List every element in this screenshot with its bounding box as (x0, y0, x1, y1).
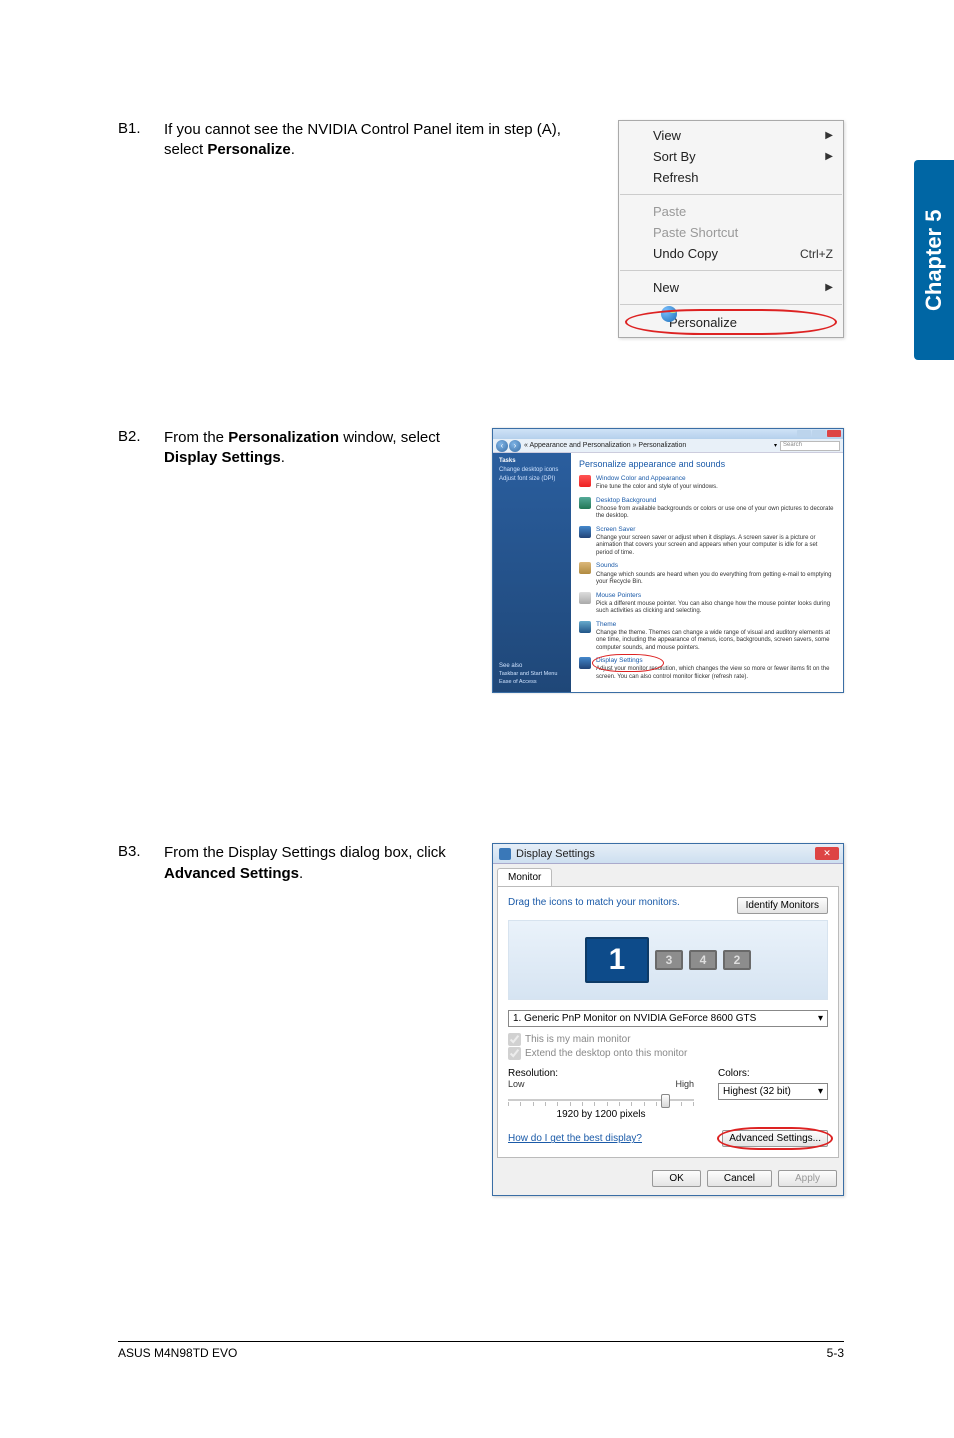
desktop-context-menu: View▶ Sort By▶ Refresh Paste Paste Short… (618, 120, 844, 338)
step-b2: B2. From the Personalization window, sel… (118, 428, 844, 693)
dialog-title: Display Settings (516, 848, 595, 860)
link-theme[interactable]: ThemeChange the theme. Themes can change… (579, 621, 835, 653)
advanced-settings-button[interactable]: Advanced Settings... (722, 1130, 828, 1147)
close-button[interactable]: ✕ (815, 847, 839, 860)
chevron-down-icon: ▾ (818, 1086, 823, 1097)
slider-thumb[interactable] (661, 1094, 670, 1108)
divider (620, 304, 842, 305)
help-link[interactable]: How do I get the best display? (508, 1133, 642, 1144)
tasks-sidebar: Tasks Change desktop icons Adjust font s… (493, 453, 571, 692)
sounds-icon (579, 562, 591, 574)
side-adjust-font-size[interactable]: Adjust font size (DPI) (499, 476, 565, 482)
dialog-title-bar: Display Settings ✕ (493, 844, 843, 864)
link-sounds[interactable]: SoundsChange which sounds are heard when… (579, 562, 835, 586)
ctx-paste: Paste (619, 201, 843, 222)
identify-monitors-button[interactable]: Identify Monitors (737, 897, 828, 914)
chk-main-monitor: This is my main monitor (508, 1033, 828, 1046)
minimize-button[interactable] (797, 430, 811, 437)
step-b3: B3. From the Display Settings dialog box… (118, 843, 844, 1196)
apply-button: Apply (778, 1170, 837, 1187)
maximize-button[interactable] (812, 430, 826, 437)
breadcrumb[interactable]: « Appearance and Personalization » Perso… (524, 442, 771, 449)
resolution-slider[interactable] (508, 1093, 694, 1107)
monitor-1[interactable]: 1 (585, 937, 649, 983)
divider (620, 194, 842, 195)
step-b3-num: B3. (118, 843, 164, 860)
chapter-tab: Chapter 5 (914, 160, 954, 360)
personalize-icon (661, 306, 677, 322)
desktop-background-icon (579, 497, 591, 509)
chevron-down-icon: ▾ (818, 1013, 823, 1024)
ctx-sort-by[interactable]: Sort By▶ (619, 146, 843, 167)
personalization-window: ‹ › « Appearance and Personalization » P… (492, 428, 844, 693)
link-desktop-background[interactable]: Desktop BackgroundChoose from available … (579, 497, 835, 521)
see-also-label: See also (499, 663, 565, 669)
theme-icon (579, 621, 591, 633)
ctx-paste-shortcut: Paste Shortcut (619, 222, 843, 243)
submenu-arrow-icon: ▶ (825, 151, 833, 162)
window-title-bar (493, 429, 843, 439)
step-b1-text: If you cannot see the NVIDIA Control Pan… (164, 120, 618, 161)
step-b2-text: From the Personalization window, select … (164, 428, 492, 469)
ctx-refresh[interactable]: Refresh (619, 167, 843, 188)
ctx-personalize[interactable]: Personalize (619, 311, 843, 333)
ctx-view[interactable]: View▶ (619, 125, 843, 146)
shortcut-text: Ctrl+Z (800, 247, 833, 261)
display-settings-icon (579, 657, 591, 669)
step-b1: B1. If you cannot see the NVIDIA Control… (118, 120, 844, 338)
monitor-3[interactable]: 3 (655, 950, 683, 970)
resolution-value: 1920 by 1200 pixels (508, 1109, 694, 1120)
display-settings-title-icon (499, 848, 511, 860)
monitor-layout-area[interactable]: 1 3 4 2 (508, 920, 828, 1000)
mouse-pointers-icon (579, 592, 591, 604)
chk-extend-desktop: Extend the desktop onto this monitor (508, 1047, 828, 1060)
link-display-settings[interactable]: Display SettingsAdjust your monitor reso… (579, 657, 835, 681)
link-mouse-pointers[interactable]: Mouse PointersPick a different mouse poi… (579, 592, 835, 616)
footer-product: ASUS M4N98TD EVO (118, 1346, 237, 1360)
link-window-color[interactable]: Window Color and AppearanceFine tune the… (579, 475, 835, 492)
step-b3-text: From the Display Settings dialog box, cl… (164, 843, 492, 884)
ok-button[interactable]: OK (652, 1170, 700, 1187)
submenu-arrow-icon: ▶ (825, 130, 833, 141)
screen-saver-icon (579, 526, 591, 538)
back-button[interactable]: ‹ (496, 440, 508, 452)
tasks-label: Tasks (499, 458, 565, 464)
monitor-select[interactable]: 1. Generic PnP Monitor on NVIDIA GeForce… (508, 1010, 828, 1027)
cancel-button[interactable]: Cancel (707, 1170, 772, 1187)
tab-monitor[interactable]: Monitor (497, 868, 552, 886)
link-screen-saver[interactable]: Screen SaverChange your screen saver or … (579, 526, 835, 558)
monitor-2[interactable]: 2 (723, 950, 751, 970)
step-b2-num: B2. (118, 428, 164, 445)
side-taskbar-start[interactable]: Taskbar and Start Menu (499, 671, 565, 677)
resolution-label: Resolution: (508, 1068, 694, 1079)
colors-label: Colors: (718, 1068, 828, 1079)
divider (620, 270, 842, 271)
side-ease-of-access[interactable]: Ease of Access (499, 679, 565, 685)
close-button[interactable] (827, 430, 841, 437)
step-b1-num: B1. (118, 120, 164, 137)
ctx-new[interactable]: New▶ (619, 277, 843, 298)
monitor-4[interactable]: 4 (689, 950, 717, 970)
display-settings-dialog: Display Settings ✕ Monitor Identify Moni… (492, 843, 844, 1196)
window-color-icon (579, 475, 591, 487)
ctx-undo-copy[interactable]: Undo CopyCtrl+Z (619, 243, 843, 264)
forward-button[interactable]: › (509, 440, 521, 452)
personalization-heading: Personalize appearance and sounds (579, 459, 835, 469)
colors-select[interactable]: Highest (32 bit)▾ (718, 1083, 828, 1100)
page-footer: ASUS M4N98TD EVO 5-3 (118, 1341, 844, 1360)
side-change-desktop-icons[interactable]: Change desktop icons (499, 467, 565, 473)
footer-page-number: 5-3 (827, 1346, 844, 1360)
submenu-arrow-icon: ▶ (825, 282, 833, 293)
search-input[interactable]: Search (780, 441, 840, 451)
